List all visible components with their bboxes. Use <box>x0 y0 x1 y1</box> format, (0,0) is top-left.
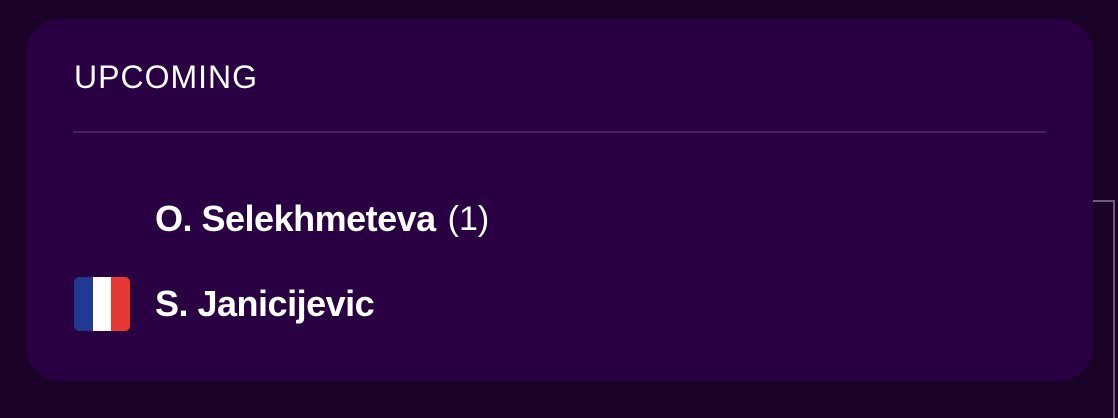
france-flag-icon <box>74 277 130 331</box>
player-row[interactable]: S. Janicijevic <box>74 276 375 332</box>
divider <box>73 131 1046 133</box>
player-seed: (1) <box>447 199 490 238</box>
player-row[interactable]: O. Selekhmeteva (1) <box>74 191 489 247</box>
flag-placeholder <box>74 191 130 247</box>
card-title: UPCOMING <box>74 59 258 95</box>
flag-slot <box>74 276 130 332</box>
player-name: S. Janicijevic <box>155 283 375 324</box>
upcoming-match-card[interactable]: UPCOMING O. Selekhmeteva (1) S. Janicije… <box>26 19 1093 381</box>
bracket-connector-line <box>1093 200 1115 418</box>
player-name: O. Selekhmeteva <box>155 198 436 239</box>
